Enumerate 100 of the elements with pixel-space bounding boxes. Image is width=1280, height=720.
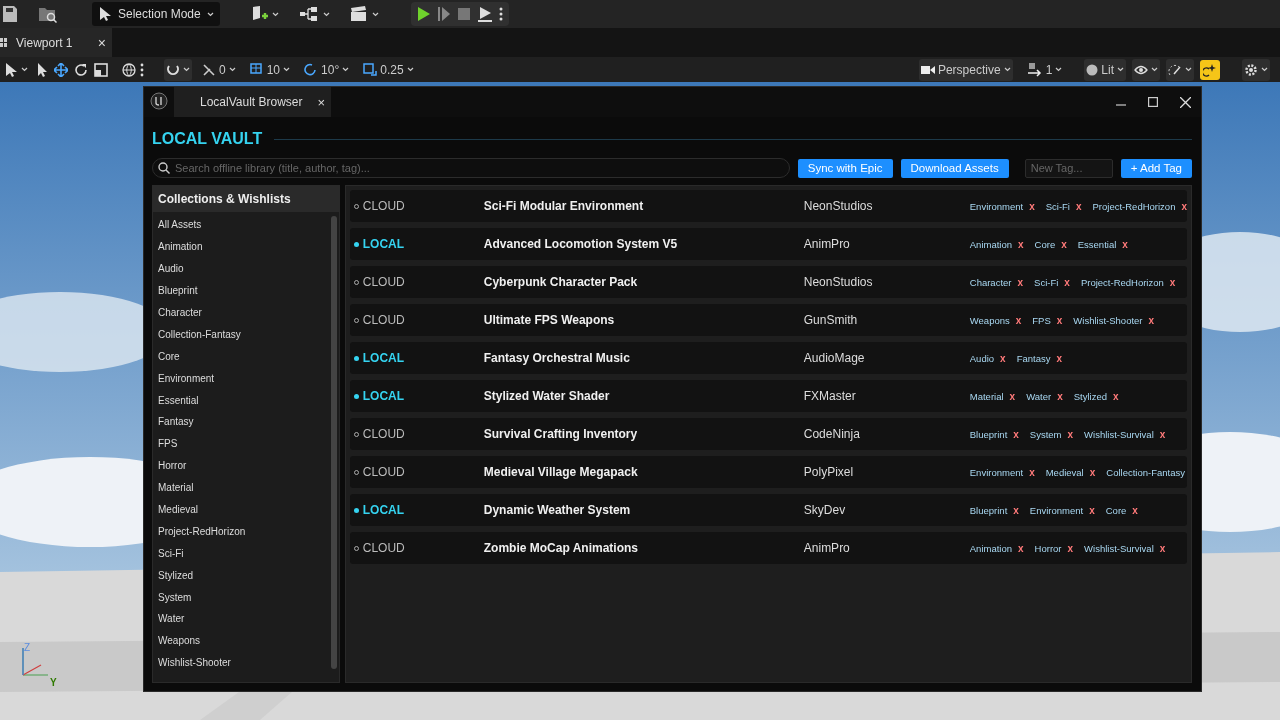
selection-mode-dropdown[interactable]: Selection Mode bbox=[92, 2, 220, 26]
asset-row[interactable]: CLOUD Survival Crafting Inventory CodeNinja Blueprint x System x Wishlist-Survival x bbox=[349, 418, 1187, 450]
sidebar-item[interactable]: Medieval bbox=[158, 498, 339, 521]
remove-tag-button[interactable]: x bbox=[1029, 200, 1035, 212]
sidebar-item[interactable]: Core bbox=[158, 345, 339, 368]
sidebar-item[interactable]: System bbox=[158, 586, 339, 609]
remove-tag-button[interactable]: x bbox=[1057, 390, 1063, 402]
sidebar-item[interactable]: Collection-Fantasy bbox=[158, 323, 339, 346]
window-tab[interactable]: LocalVault Browser × bbox=[174, 87, 331, 117]
folder-search-icon[interactable] bbox=[38, 5, 58, 23]
close-tab-button[interactable]: × bbox=[97, 34, 106, 51]
camera-speed-dropdown[interactable]: 1 bbox=[1024, 58, 1065, 81]
remove-tag-button[interactable]: x bbox=[1018, 542, 1024, 554]
settings-dropdown[interactable] bbox=[1242, 58, 1270, 81]
remove-tag-button[interactable]: x bbox=[1064, 276, 1070, 288]
tag-label: Core bbox=[1105, 504, 1127, 516]
scale-icon[interactable] bbox=[94, 62, 108, 77]
asset-row[interactable]: LOCAL Fantasy Orchestral Music AudioMage Audio x Fantasy x bbox=[349, 342, 1187, 374]
sidebar-item[interactable]: Blueprint bbox=[158, 279, 339, 302]
tag-input-field[interactable]: New Tag... bbox=[1024, 158, 1113, 178]
asset-row[interactable]: CLOUD Medieval Village Megapack PolyPixel Environment x Medieval x Collection-Fantasy bbox=[349, 456, 1187, 488]
remove-tag-button[interactable]: x bbox=[1122, 238, 1128, 250]
scrollbar-thumb[interactable] bbox=[330, 216, 337, 669]
move-icon[interactable] bbox=[54, 62, 68, 77]
remove-tag-button[interactable]: x bbox=[1132, 504, 1138, 516]
sidebar-item[interactable]: Project-RedHorizon bbox=[158, 520, 339, 543]
sidebar-item[interactable]: Material bbox=[158, 476, 339, 499]
clapperboard-icon[interactable] bbox=[349, 6, 368, 22]
sidebar-item[interactable]: Wishlist-Shooter bbox=[158, 651, 339, 674]
perspective-dropdown[interactable]: Perspective bbox=[918, 58, 1013, 81]
remove-tag-button[interactable]: x bbox=[1159, 428, 1166, 440]
remove-tag-button[interactable]: x bbox=[1169, 276, 1176, 288]
snap-value-dropdown[interactable]: 0 bbox=[200, 58, 238, 81]
remove-tag-button[interactable]: x bbox=[1075, 200, 1082, 212]
close-tab-button[interactable]: × bbox=[317, 94, 325, 110]
remove-tag-button[interactable]: x bbox=[1013, 504, 1019, 516]
stop-icon[interactable] bbox=[456, 7, 471, 21]
sidebar-item[interactable]: Audio bbox=[158, 257, 339, 280]
sidebar-item[interactable]: Horror bbox=[158, 454, 339, 477]
step-forward-icon[interactable] bbox=[436, 6, 451, 22]
asset-row[interactable]: CLOUD Zombie MoCap Animations AnimPro Animation x Horror x Wishlist-Survival x bbox=[349, 532, 1187, 564]
select-arrow-icon[interactable] bbox=[36, 61, 48, 78]
sidebar-item[interactable]: Sci-Fi bbox=[158, 542, 339, 565]
remove-tag-button[interactable]: x bbox=[1029, 466, 1035, 478]
sidebar-item[interactable]: Water bbox=[158, 608, 339, 630]
remove-tag-button[interactable]: x bbox=[1148, 314, 1155, 326]
remove-tag-button[interactable]: x bbox=[1061, 238, 1067, 250]
remove-tag-button[interactable]: x bbox=[1000, 352, 1006, 364]
play-icon[interactable] bbox=[416, 6, 431, 22]
remove-tag-button[interactable]: x bbox=[1181, 200, 1187, 212]
sidebar-item[interactable]: Stylized bbox=[158, 564, 339, 587]
save-icon[interactable] bbox=[2, 5, 18, 23]
search-field[interactable]: Search offline library (title, author, tag)... bbox=[152, 158, 790, 178]
sidebar-item[interactable]: All Assets bbox=[158, 214, 339, 236]
maximize-icon[interactable] bbox=[1148, 97, 1158, 107]
surface-snap-dropdown[interactable] bbox=[164, 58, 192, 81]
more-options-icon[interactable] bbox=[498, 6, 503, 22]
sidebar-item[interactable]: Fantasy bbox=[158, 411, 339, 433]
globe-icon[interactable] bbox=[122, 62, 136, 77]
asset-row[interactable]: CLOUD Cyberpunk Character Pack NeonStudios Character x Sci-Fi x Project-RedHorizon x bbox=[349, 266, 1187, 298]
remove-tag-button[interactable]: x bbox=[1013, 428, 1019, 440]
remove-tag-button[interactable]: x bbox=[1112, 390, 1119, 402]
remove-tag-button[interactable]: x bbox=[1018, 238, 1024, 250]
remove-tag-button[interactable]: x bbox=[1089, 466, 1096, 478]
more-options-icon[interactable] bbox=[140, 62, 144, 77]
viewport-tab[interactable]: Viewport 1 × bbox=[0, 28, 112, 57]
rotate-icon[interactable] bbox=[74, 62, 88, 77]
remove-tag-button[interactable]: x bbox=[1067, 428, 1074, 440]
remove-tag-button[interactable]: x bbox=[1015, 314, 1022, 326]
asset-row[interactable]: LOCAL Advanced Locomotion System V5 AnimPro Animation x Core x Essential x bbox=[349, 228, 1187, 260]
tag-label: Core bbox=[1034, 238, 1056, 250]
asset-row[interactable]: CLOUD Ultimate FPS Weapons GunSmith Weapons x FPS x Wishlist-Shooter x bbox=[349, 304, 1187, 336]
remove-tag-button[interactable]: x bbox=[1067, 542, 1074, 554]
asset-title: Zombie MoCap Animations bbox=[483, 541, 639, 555]
sidebar-item[interactable]: FPS bbox=[158, 432, 339, 455]
asset-row[interactable]: LOCAL Dynamic Weather System SkyDev Blueprint x Environment x Core x bbox=[349, 494, 1187, 526]
sidebar-item[interactable]: Weapons bbox=[158, 629, 339, 652]
performance-dropdown[interactable] bbox=[1166, 58, 1194, 81]
sidebar-item[interactable]: Animation bbox=[158, 235, 339, 258]
remove-tag-button[interactable]: x bbox=[1159, 542, 1166, 554]
close-icon[interactable] bbox=[1180, 96, 1191, 108]
realtime-button[interactable] bbox=[1200, 59, 1220, 80]
snap-value-dropdown[interactable]: 10 bbox=[247, 58, 293, 81]
node-graph-icon[interactable] bbox=[298, 6, 319, 22]
caret-icon bbox=[283, 67, 291, 72]
asset-row[interactable]: LOCAL Stylized Water Shader FXMaster Material x Water x Stylized x bbox=[349, 380, 1187, 412]
asset-row[interactable]: CLOUD Sci-Fi Modular Environment NeonStudios Environment x Sci-Fi x Project-RedHorizon x bbox=[349, 190, 1187, 222]
remove-tag-button[interactable]: x bbox=[1009, 390, 1016, 402]
show-dropdown[interactable] bbox=[1132, 58, 1160, 81]
sidebar-item[interactable]: Essential bbox=[158, 389, 339, 411]
snap-value-dropdown[interactable]: 10° bbox=[302, 58, 352, 81]
tag-label: Environment bbox=[969, 200, 1024, 212]
remove-tag-button[interactable]: x bbox=[1056, 314, 1063, 326]
sidebar-item[interactable]: Character bbox=[158, 301, 339, 324]
remove-tag-button[interactable]: x bbox=[1056, 352, 1062, 364]
view-mode-dropdown[interactable]: Lit bbox=[1084, 58, 1126, 81]
sidebar-item[interactable]: Environment bbox=[158, 367, 339, 390]
snap-value-dropdown[interactable]: 0.25 bbox=[361, 58, 416, 81]
remove-tag-button[interactable]: x bbox=[1089, 504, 1095, 516]
remove-tag-button[interactable]: x bbox=[1017, 276, 1024, 288]
